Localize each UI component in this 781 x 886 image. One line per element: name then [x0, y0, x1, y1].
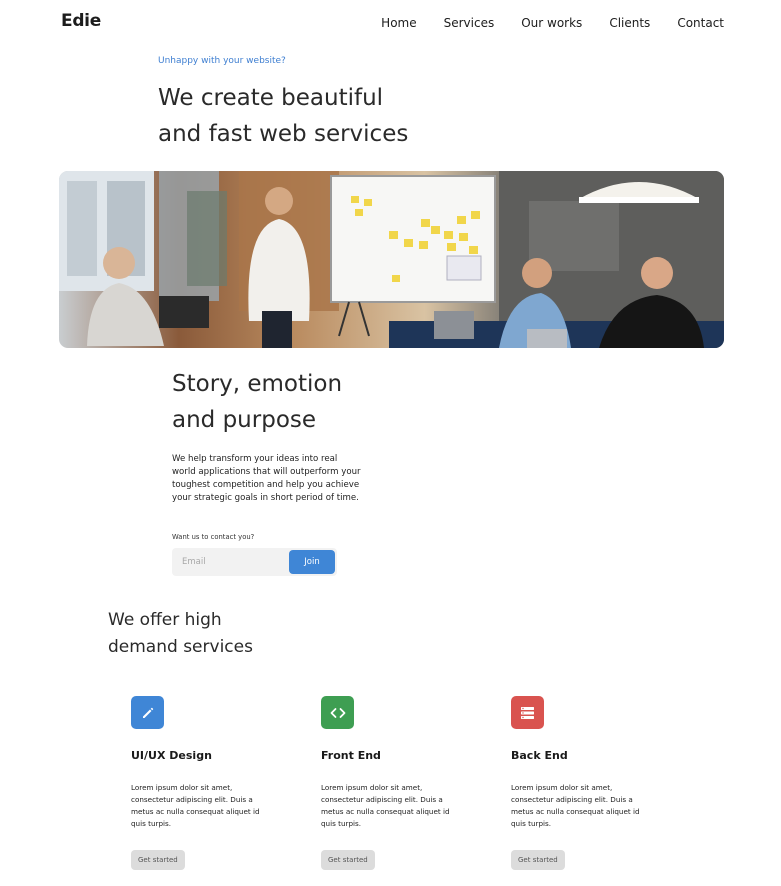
- get-started-button[interactable]: Get started: [131, 850, 185, 870]
- pencil-icon: [131, 696, 164, 729]
- services-title-line2: demand services: [108, 637, 253, 657]
- service-title: Front End: [321, 749, 381, 762]
- hero-title-line1: We create beautiful: [158, 85, 384, 111]
- nav-clients[interactable]: Clients: [609, 16, 650, 30]
- story-paragraph: We help transform your ideas into real w…: [172, 454, 361, 503]
- site-logo[interactable]: Edie: [61, 11, 101, 31]
- nav-services[interactable]: Services: [444, 16, 495, 30]
- server-icon: [511, 696, 544, 729]
- get-started-button[interactable]: Get started: [321, 850, 375, 870]
- email-input[interactable]: [172, 548, 290, 576]
- nav-contact[interactable]: Contact: [677, 16, 724, 30]
- main-nav: Home Services Our works Clients Contact: [381, 16, 724, 30]
- story-title: Story, emotion and purpose: [172, 366, 432, 438]
- services-title-line1: We offer high: [108, 610, 222, 630]
- story-title-line2: and purpose: [172, 407, 317, 433]
- signup-form: Join: [172, 548, 337, 576]
- nav-our-works[interactable]: Our works: [521, 16, 582, 30]
- nav-home[interactable]: Home: [381, 16, 416, 30]
- hero-title: We create beautiful and fast web service…: [158, 80, 498, 152]
- service-description: Lorem ipsum dolor sit amet, consectetur …: [131, 783, 260, 828]
- service-card-uiux: UI/UX Design Lorem ipsum dolor sit amet,…: [131, 696, 281, 870]
- story-title-line1: Story, emotion: [172, 371, 343, 397]
- service-description: Lorem ipsum dolor sit amet, consectetur …: [321, 783, 450, 828]
- join-button[interactable]: Join: [289, 550, 335, 574]
- code-icon: [321, 696, 354, 729]
- hero-title-line2: and fast web services: [158, 121, 409, 147]
- services-title: We offer high demand services: [108, 607, 308, 661]
- contact-label: Want us to contact you?: [172, 533, 255, 541]
- service-title: Back End: [511, 749, 568, 762]
- hero-eyebrow: Unhappy with your website?: [158, 56, 286, 66]
- service-card-frontend: Front End Lorem ipsum dolor sit amet, co…: [321, 696, 471, 870]
- hero-team-photo: [59, 171, 724, 348]
- service-title: UI/UX Design: [131, 749, 212, 762]
- get-started-button[interactable]: Get started: [511, 850, 565, 870]
- service-card-backend: Back End Lorem ipsum dolor sit amet, con…: [511, 696, 661, 870]
- service-description: Lorem ipsum dolor sit amet, consectetur …: [511, 783, 640, 828]
